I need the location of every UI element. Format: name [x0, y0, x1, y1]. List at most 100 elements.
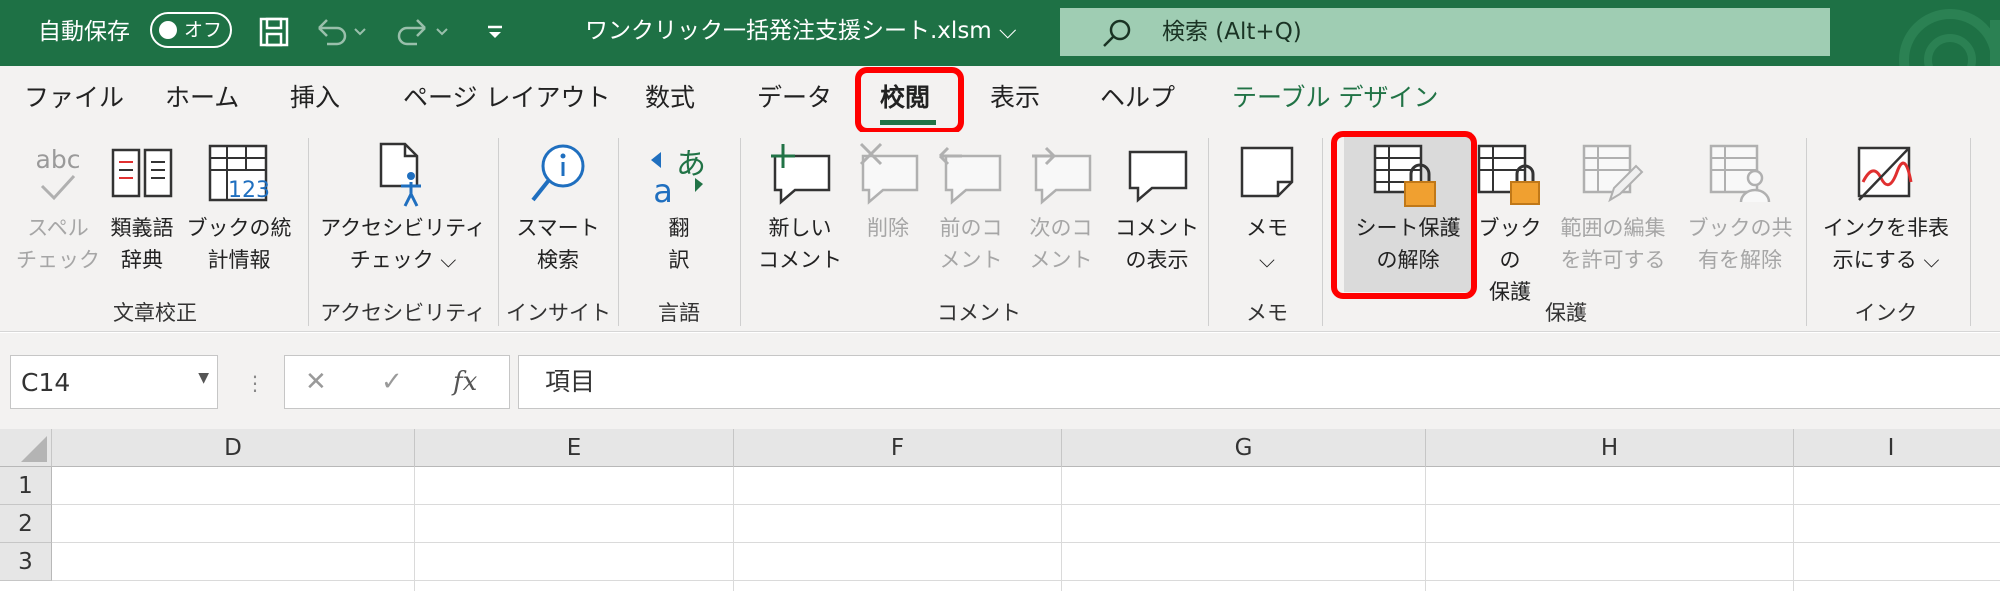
insert-function-icon[interactable]: fx — [453, 364, 477, 400]
column-header-e[interactable]: E — [415, 429, 734, 467]
next-comment-button[interactable]: 次のコ メント — [1016, 132, 1106, 292]
unprotect-sheet-button[interactable]: シート保護 の解除 — [1344, 132, 1472, 292]
workbook-statistics-button[interactable]: 123 ブックの統 計情報 — [182, 132, 296, 292]
group-separator — [498, 138, 499, 326]
row-header-2[interactable]: 2 — [0, 505, 52, 543]
active-tab-indicator — [880, 120, 936, 125]
autosave-state: オフ — [184, 19, 223, 41]
group-label-insights: インサイト — [506, 301, 611, 325]
cancel-icon[interactable]: ✕ — [305, 364, 327, 400]
smart-lookup-button[interactable]: スマート 検索 — [506, 132, 610, 292]
delete-comment-label: 削除 — [867, 216, 909, 240]
customize-toolbar-icon[interactable] — [480, 14, 510, 50]
workbook-statistics-label: ブックの統 計情報 — [186, 216, 292, 272]
group-separator — [1322, 138, 1323, 326]
previous-comment-button[interactable]: 前のコ メント — [926, 132, 1016, 292]
smart-lookup-icon — [506, 142, 610, 212]
save-icon[interactable] — [256, 14, 292, 50]
tab-formulas[interactable]: 数式 — [645, 78, 695, 118]
tab-data[interactable]: データ — [757, 78, 832, 118]
search-box[interactable]: 検索 (Alt+Q) — [1060, 8, 1830, 56]
column-header-i[interactable]: I — [1794, 429, 2000, 467]
show-comments-label: コメント の表示 — [1115, 216, 1199, 272]
name-box-value: C14 — [21, 368, 71, 397]
gridline — [52, 504, 2000, 505]
worksheet-grid: D E F G H I 1 2 3 — [0, 429, 2000, 591]
check-accessibility-label: アクセシビリティ チェック ⌵ — [320, 216, 486, 272]
show-comments-icon — [1106, 142, 1208, 212]
column-header-d[interactable]: D — [52, 429, 415, 467]
undo-icon[interactable] — [312, 14, 370, 50]
thesaurus-label: 類義語 辞典 — [110, 216, 174, 272]
group-label-comments: コメント — [937, 301, 1021, 325]
previous-comment-label: 前のコ メント — [939, 216, 1003, 272]
group-separator — [1208, 138, 1209, 326]
formula-bar-grip-icon[interactable]: ⋮ — [245, 369, 265, 397]
column-header-h[interactable]: H — [1426, 429, 1794, 467]
check-accessibility-button[interactable]: アクセシビリティ チェック ⌵ — [318, 132, 488, 292]
select-all-triangle-icon — [21, 436, 47, 462]
thesaurus-button[interactable]: 類義語 辞典 — [102, 132, 182, 292]
translate-icon-text-en: a — [653, 172, 673, 208]
name-box[interactable]: C14 ▼ — [10, 355, 218, 409]
group-label-protect: 保護 — [1545, 301, 1587, 325]
group-label-language: 言語 — [658, 301, 700, 325]
gridline — [414, 467, 415, 591]
new-comment-button[interactable]: 新しい コメント — [750, 132, 850, 292]
tab-view[interactable]: 表示 — [990, 78, 1040, 118]
name-box-dropdown-icon[interactable]: ▼ — [198, 370, 209, 386]
group-label-accessibility: アクセシビリティ — [320, 301, 486, 325]
unprotect-sheet-label: シート保護 の解除 — [1355, 216, 1461, 272]
unshare-workbook-icon — [1678, 142, 1802, 212]
hide-ink-label: インクを非表 示にする ⌵ — [1823, 216, 1949, 272]
notes-button[interactable]: メモ ⌵ — [1218, 132, 1316, 292]
search-icon — [1100, 18, 1134, 52]
spelling-icon-text: abc — [36, 145, 81, 174]
tab-page-layout[interactable]: ページ レイアウト — [403, 78, 610, 118]
unprotect-sheet-lock-icon — [1344, 142, 1472, 212]
protect-workbook-button[interactable]: ブックの 保護 — [1472, 132, 1548, 304]
file-name-text: ワンクリック一括発注支援シート.xlsm — [585, 18, 992, 44]
unshare-workbook-label: ブックの共 有を解除 — [1687, 216, 1793, 272]
tab-help[interactable]: ヘルプ — [1100, 78, 1175, 118]
translate-button[interactable]: あa 翻 訳 — [626, 132, 732, 292]
show-comments-button[interactable]: コメント の表示 — [1106, 132, 1208, 292]
formula-input[interactable]: 項目 — [518, 355, 2000, 409]
autosave-toggle[interactable]: オフ — [150, 12, 232, 48]
column-header-f[interactable]: F — [734, 429, 1062, 467]
unshare-workbook-button[interactable]: ブックの共 有を解除 — [1678, 132, 1802, 292]
file-name[interactable]: ワンクリック一括発注支援シート.xlsm ⌵ — [585, 12, 1016, 50]
tab-insert[interactable]: 挿入 — [290, 78, 340, 118]
ribbon-review: abc スペル チェック 類義語 辞典 123 ブックの統 計情報 文章校正 ア… — [0, 132, 2000, 332]
spelling-button[interactable]: abc スペル チェック — [14, 132, 102, 292]
new-comment-icon — [750, 142, 850, 212]
tab-review[interactable]: 校閲 — [880, 78, 930, 118]
tab-home[interactable]: ホーム — [165, 78, 239, 118]
gridline — [1061, 467, 1062, 591]
tab-table-design[interactable]: テーブル デザイン — [1232, 78, 1438, 118]
hide-ink-button[interactable]: インクを非表 示にする ⌵ — [1816, 132, 1956, 292]
previous-comment-icon — [926, 142, 1016, 212]
ribbon-tabs: ファイル ホーム 挿入 ページ レイアウト 数式 データ 校閲 表示 ヘルプ テ… — [0, 66, 2000, 132]
thesaurus-icon — [102, 142, 182, 212]
gridline — [52, 580, 2000, 581]
select-all-button[interactable] — [0, 429, 52, 467]
spelling-icon: abc — [14, 142, 102, 212]
allow-edit-ranges-button[interactable]: 範囲の編集 を許可する — [1548, 132, 1678, 292]
group-separator — [618, 138, 619, 326]
formula-tools: ✕ ✓ fx — [284, 355, 510, 409]
tab-file[interactable]: ファイル — [24, 78, 124, 118]
redo-icon[interactable] — [394, 14, 452, 50]
formula-bar: C14 ▼ ⋮ ✕ ✓ fx 項目 — [0, 333, 2000, 429]
row-header-3[interactable]: 3 — [0, 543, 52, 581]
translate-icon: あa — [626, 142, 732, 212]
column-header-g[interactable]: G — [1062, 429, 1426, 467]
delete-comment-button[interactable]: 削除 — [850, 132, 926, 292]
accessibility-icon — [318, 142, 488, 212]
row-header-1[interactable]: 1 — [0, 467, 52, 505]
group-label-notes: メモ — [1246, 301, 1288, 325]
toggle-knob — [159, 21, 177, 39]
next-comment-icon — [1016, 142, 1106, 212]
enter-icon[interactable]: ✓ — [381, 364, 403, 400]
spelling-label: スペル チェック — [16, 216, 100, 272]
